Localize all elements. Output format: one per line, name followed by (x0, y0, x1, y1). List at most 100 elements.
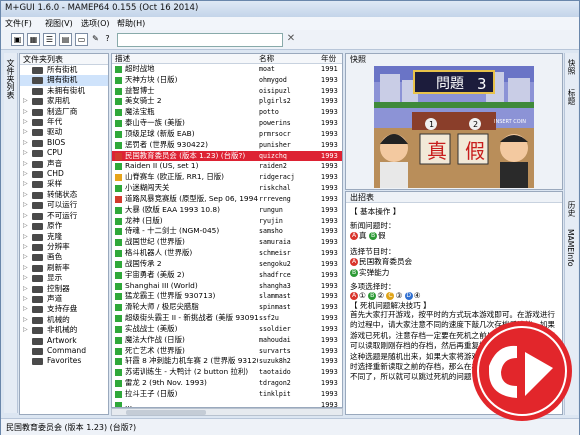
game-row[interactable]: 大暴 (欧版 EAA 1993 10.8) rungun 1993 (112, 205, 342, 216)
folder-item[interactable]: ▷ 驱动 (20, 127, 108, 137)
folder-item[interactable]: ▷ 分辨率 (20, 242, 108, 252)
menu-options[interactable]: 选项(O) (81, 18, 110, 29)
game-row[interactable]: 民国教育委员会 (版本 1.23) (台版?) quizchq 1993 (112, 150, 342, 162)
folder-item[interactable]: ▷ 声音 (20, 159, 108, 169)
expand-arrow-icon[interactable]: ▷ (23, 273, 28, 283)
column-name[interactable]: 名称 (259, 54, 274, 64)
expand-arrow-icon[interactable]: ▷ (23, 221, 28, 231)
game-row[interactable]: Raiden II (US, set 1) raiden2 1993 (112, 161, 342, 172)
list-view-icon[interactable]: ☰ (43, 33, 56, 46)
folder-item[interactable]: ▷ 采样 (20, 179, 108, 189)
game-row[interactable]: 魔法宝瓶 potto 1993 (112, 107, 342, 118)
menu-help[interactable]: 帮助(H) (117, 18, 145, 29)
folder-item[interactable]: 未拥有街机 (20, 86, 108, 96)
expand-arrow-icon[interactable]: ▷ (23, 242, 28, 252)
help-icon[interactable]: ? (101, 33, 114, 46)
game-row[interactable]: 苏诺训练生 - 大鸭计 (2 button 拉利) taotaido 1993 (112, 367, 342, 378)
folder-item[interactable]: ▷ 克隆 (20, 232, 108, 242)
folder-item[interactable]: ▷ 控制器 (20, 284, 108, 294)
expand-arrow-icon[interactable]: ▷ (23, 138, 28, 148)
tab-snapshot[interactable]: 快照 (566, 59, 577, 74)
folder-item[interactable]: ▷ CPU (20, 148, 108, 158)
game-row[interactable]: 泰山寺一族 (美版) powerins 1993 (112, 118, 342, 129)
tab-title[interactable]: 标题 (566, 89, 577, 104)
expand-arrow-icon[interactable]: ▷ (23, 263, 28, 273)
game-row[interactable]: 道路风暴竞赛版 (原型版, Sep 06, 1994) rrreveng 1993 (112, 194, 342, 205)
expand-arrow-icon[interactable]: ▷ (23, 107, 28, 117)
folder-item[interactable]: ▷ 原作 (20, 221, 108, 231)
expand-arrow-icon[interactable]: ▷ (23, 211, 28, 221)
expand-arrow-icon[interactable]: ▷ (23, 169, 28, 179)
game-row[interactable]: 猛龙霸王 (世界版 930713) slammast 1993 (112, 291, 342, 302)
folder-item[interactable]: ▷ 年代 (20, 117, 108, 127)
game-row[interactable]: 龙神 (日版) ryujin 1993 (112, 216, 342, 227)
game-row[interactable]: 雷龙 2 (9th Nov. 1993) tdragon2 1993 (112, 378, 342, 389)
game-row[interactable]: 美女骑士 2 plgirls2 1993 (112, 96, 342, 107)
game-row[interactable]: 宇宙勇者 (美版 2) shadfrce 1993 (112, 270, 342, 281)
expand-arrow-icon[interactable]: ▷ (23, 252, 28, 262)
expand-arrow-icon[interactable]: ▷ (23, 315, 28, 325)
expand-arrow-icon[interactable]: ▷ (23, 127, 28, 137)
game-row[interactable]: 实战战士 (美版) ssoldier 1993 (112, 324, 342, 335)
game-row[interactable]: 超时战地 moat 1991 (112, 64, 342, 75)
game-row[interactable]: 小迷糊闯天关 riskchal 1993 (112, 183, 342, 194)
expand-arrow-icon[interactable]: ▷ (23, 117, 28, 127)
clear-search-icon[interactable]: ✕ (285, 32, 297, 46)
expand-arrow-icon[interactable]: ▷ (23, 304, 28, 314)
expand-arrow-icon[interactable]: ▷ (23, 284, 28, 294)
game-row[interactable]: 死亡艺术 (世界版) survarts 1993 (112, 346, 342, 357)
game-row[interactable]: 格斗机器人 (世界版) schmeisr 1993 (112, 248, 342, 259)
game-row[interactable]: 益智博士 oisipuzl 1993 (112, 86, 342, 97)
game-row[interactable]: 拉斗王子 (日版) tinklpit 1993 (112, 389, 342, 400)
tab-history[interactable]: 历史 (566, 201, 577, 216)
folder-item[interactable]: ▷ 非机械的 (20, 325, 108, 335)
folder-item[interactable]: ▷ 声道 (20, 294, 108, 304)
folder-item[interactable]: ▷ 不可运行 (20, 211, 108, 221)
game-row[interactable]: 滑轮大师 / 极尼尖腊脂 spinmast 1993 (112, 302, 342, 313)
details-view-icon[interactable]: ▤ (59, 33, 72, 46)
expand-arrow-icon[interactable]: ▷ (23, 200, 28, 210)
folder-item[interactable]: 拥有街机 (20, 75, 108, 86)
folder-item[interactable]: Artwork (20, 336, 108, 346)
game-row[interactable]: 惩罚者 (世界版 930422) punisher 1993 (112, 140, 342, 151)
expand-arrow-icon[interactable]: ▷ (23, 179, 28, 189)
game-row[interactable]: 轩霞 8 冲刺能力机车赛 2 (世界版 931208) suzuk8h2 1993 (112, 356, 342, 367)
game-row[interactable]: 超级街头霸王 II - 新挑战者 (美版 930911) ssf2u 1993 (112, 313, 342, 324)
game-row[interactable]: 战国传承 2 sengoku2 1993 (112, 259, 342, 270)
game-row[interactable]: 战国世纪 (世界版) samuraia 1993 (112, 237, 342, 248)
search-input[interactable] (117, 33, 283, 47)
folder-item[interactable]: Command (20, 346, 108, 356)
game-row[interactable]: Shanghai III (World) shangha3 1993 (112, 281, 342, 292)
expand-arrow-icon[interactable]: ▷ (23, 232, 28, 242)
expand-arrow-icon[interactable]: ▷ (23, 190, 28, 200)
folder-item[interactable]: ▷ 转储状态 (20, 190, 108, 200)
expand-arrow-icon[interactable]: ▷ (23, 159, 28, 169)
folder-item[interactable]: 所有街机 (20, 65, 108, 75)
tab-mameinfo[interactable]: MAMEInfo (566, 229, 575, 266)
small-icons-icon[interactable]: ▦ (27, 33, 40, 46)
expand-arrow-icon[interactable]: ▷ (23, 294, 28, 304)
folder-item[interactable]: ▷ CHD (20, 169, 108, 179)
game-row[interactable]: ... 1993 (112, 400, 342, 407)
game-row[interactable]: 顶级足球 (新版 EAB) prmrsocr 1993 (112, 129, 342, 140)
expand-arrow-icon[interactable]: ▷ (23, 325, 28, 335)
folder-item[interactable]: ▷ 可以运行 (20, 200, 108, 210)
folder-list-tab[interactable]: 文件夹列表 (4, 53, 18, 413)
game-row[interactable]: 侍魂 - 十二剑士 (NGM-045) samsho 1993 (112, 226, 342, 237)
large-icons-icon[interactable]: ▣ (11, 33, 24, 46)
expand-arrow-icon[interactable]: ▷ (23, 148, 28, 158)
folder-item[interactable]: ▷ 支持存盘 (20, 304, 108, 314)
folder-icon[interactable]: ▭ (75, 33, 88, 46)
game-row[interactable]: 天神方块 (日版) ohmygod 1993 (112, 75, 342, 86)
folder-item[interactable]: ▷ 制造厂商 (20, 107, 108, 117)
folder-item[interactable]: ▷ BIOS (20, 138, 108, 148)
column-year[interactable]: 年份 (321, 54, 336, 64)
menu-file[interactable]: 文件(F) (5, 18, 32, 29)
folder-item[interactable]: ▷ 机械的 (20, 315, 108, 325)
game-row[interactable]: 魔法大作战 (日版) mahoudai 1993 (112, 335, 342, 346)
folder-item[interactable]: ▷ 刷新率 (20, 263, 108, 273)
folder-item[interactable]: ▷ 画色 (20, 252, 108, 262)
scrollbar-thumb[interactable] (126, 410, 206, 415)
horizontal-scrollbar[interactable] (111, 408, 343, 416)
expand-arrow-icon[interactable]: ▷ (23, 96, 28, 106)
